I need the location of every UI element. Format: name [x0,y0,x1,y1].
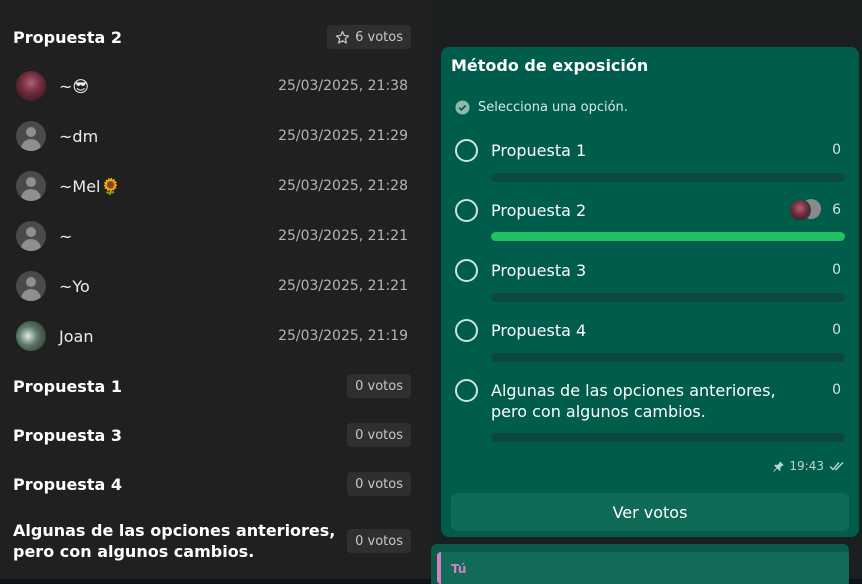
poll-option[interactable]: Propuesta 2 6 [455,199,845,244]
option-label: Propuesta 3 [491,261,587,280]
voter-row[interactable]: ~ 25/03/2025, 21:21 [16,220,408,252]
option-count: 0 [832,262,841,278]
message-time: 19:43 [789,459,824,473]
pin-icon [772,460,785,473]
avatar [16,71,46,101]
view-votes-button[interactable]: Ver votos [451,493,849,531]
vote-timestamp: 25/03/2025, 21:21 [278,278,408,294]
poll-question: Método de exposición [451,56,649,75]
poll-option[interactable]: Propuesta 3 0 [455,259,845,304]
voter-avatar [789,199,811,221]
option-label: Propuesta 2 [491,201,587,220]
quoted-message[interactable]: Tú [437,552,849,584]
vote-timestamp: 25/03/2025, 21:29 [278,128,408,144]
default-avatar-icon [16,121,46,151]
radio-button[interactable] [455,379,478,402]
vote-timestamp: 25/03/2025, 21:38 [278,78,408,94]
quoted-author: Tú [451,562,467,576]
option-label: Algunas de las opciones anteriores, pero… [491,381,776,421]
option-count: 0 [832,322,841,338]
votes-badge: 0 votos [347,472,411,496]
option-count: 6 [832,202,841,218]
votes-badge: 0 votos [347,529,411,553]
double-check-icon [829,460,845,472]
voter-name: ~😎 [59,76,90,96]
voter-row[interactable]: ~dm 25/03/2025, 21:29 [16,120,408,152]
voter-name: ~Mel🌻 [59,176,121,196]
voter-name: Joan [59,326,94,346]
voter-name: ~Yo [59,276,90,296]
poll-option[interactable]: Propuesta 4 0 [455,319,845,364]
radio-button[interactable] [455,199,478,222]
option-label: Propuesta 1 [491,141,587,160]
votes-badge: 0 votos [347,374,411,398]
vote-timestamp: 25/03/2025, 21:21 [278,228,408,244]
poll-hint: Selecciona una opción. [455,100,628,115]
poll-option[interactable]: Propuesta 1 0 [455,139,845,184]
section-title: Propuesta 1 [13,376,122,396]
option-bar [491,293,845,302]
poll-message: Método de exposición Selecciona una opci… [441,47,859,537]
option-label: Propuesta 4 [491,321,587,340]
voter-row[interactable]: ~Yo 25/03/2025, 21:21 [16,270,408,302]
voter-name: ~ [59,226,73,246]
section-propuesta-3: Propuesta 3 0 votos [13,422,411,448]
section-title: Propuesta 3 [13,425,122,445]
default-avatar-icon [16,271,46,301]
check-circle-icon [455,100,470,115]
option-bar [491,433,845,442]
section-propuesta-2: Propuesta 2 6 votos [13,24,411,50]
option-bar [491,173,845,182]
votes-badge: 0 votos [347,423,411,447]
section-title-algunas: Algunas de las opciones anteriores, pero… [13,521,336,561]
message-meta: 19:43 [772,459,845,473]
voter-row[interactable]: ~😎 25/03/2025, 21:38 [16,70,408,102]
voter-row[interactable]: ~Mel🌻 25/03/2025, 21:28 [16,170,408,202]
option-bar [491,353,845,362]
section-propuesta-4: Propuesta 4 0 votos [13,471,411,497]
default-avatar-icon [16,171,46,201]
voter-row[interactable]: Joan 25/03/2025, 21:19 [16,320,408,352]
vote-timestamp: 25/03/2025, 21:28 [278,178,408,194]
option-bar-fill [491,232,845,241]
radio-button[interactable] [455,139,478,162]
section-title: Propuesta 2 [13,27,122,47]
vote-timestamp: 25/03/2025, 21:19 [278,328,408,344]
section-propuesta-1: Propuesta 1 0 votos [13,373,411,399]
radio-button[interactable] [455,259,478,282]
poll-option[interactable]: Algunas de las opciones anteriores, pero… [455,379,845,449]
votes-badge: 6 votos [327,25,411,49]
next-message[interactable]: Tú [431,544,849,584]
votes-detail-panel: Propuesta 2 6 votos ~😎 25/03/2025, 21:38… [0,0,431,579]
radio-button[interactable] [455,319,478,342]
star-icon[interactable] [335,30,350,45]
option-bar [491,232,845,241]
default-avatar-icon [16,221,46,251]
option-count: 0 [832,142,841,158]
voter-name: ~dm [59,126,99,146]
avatar [16,321,46,351]
option-count: 0 [832,382,841,398]
section-title: Propuesta 4 [13,474,122,494]
